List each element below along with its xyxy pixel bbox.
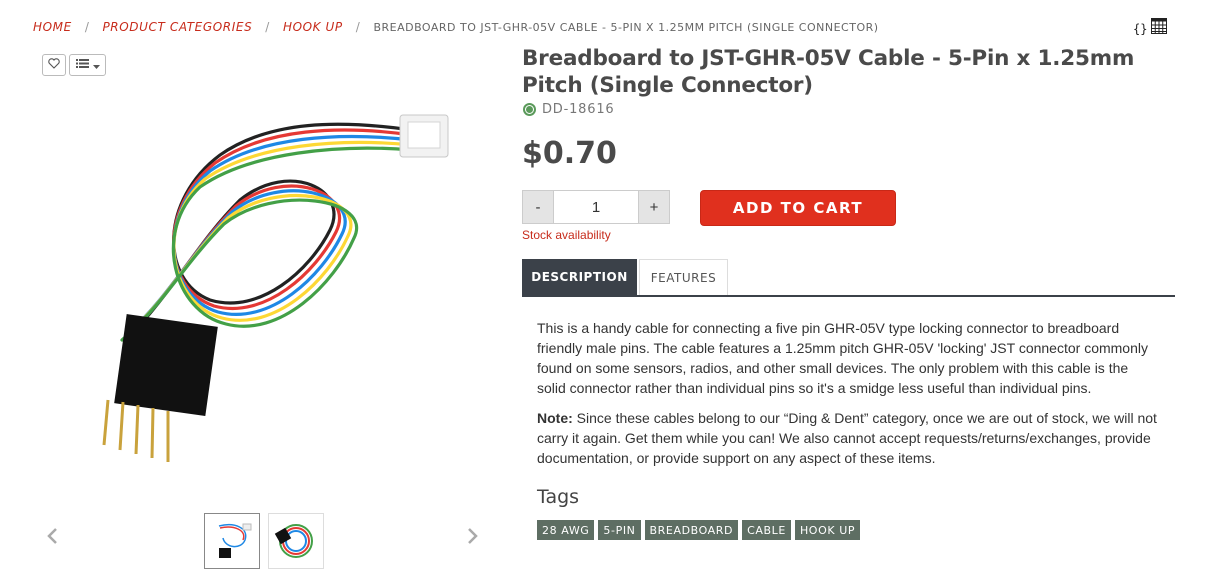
breadcrumb-hook-up[interactable]: HOOK UP: [283, 20, 343, 34]
status-dot-icon: [523, 103, 536, 116]
breadcrumb: HOME / PRODUCT CATEGORIES / HOOK UP / BR…: [33, 19, 879, 35]
tag-list: 28 AWG 5-PIN BREADBOARD CABLE HOOK UP: [537, 520, 861, 540]
chevron-right-icon[interactable]: [466, 526, 480, 551]
breadcrumb-home[interactable]: HOME: [33, 20, 72, 34]
heart-icon: [48, 56, 60, 74]
description-paragraph: This is a handy cable for connecting a f…: [537, 320, 1148, 396]
tag-breadboard[interactable]: BREADBOARD: [644, 520, 739, 540]
product-image[interactable]: [90, 100, 450, 485]
tag-5-pin[interactable]: 5-PIN: [598, 520, 641, 540]
product-sku: DD-18616: [542, 102, 615, 117]
thumbnail[interactable]: [268, 513, 324, 569]
add-to-list-button[interactable]: [69, 54, 106, 76]
quantity-input[interactable]: [554, 190, 638, 224]
breadcrumb-separator: /: [355, 20, 361, 34]
breadcrumb-product-categories[interactable]: PRODUCT CATEGORIES: [102, 20, 252, 34]
product-tabs: DESCRIPTION FEATURES: [522, 259, 1175, 297]
breadcrumb-current: BREADBOARD TO JST-GHR-05V CABLE - 5-PIN …: [373, 20, 879, 34]
quantity-stepper: - +: [522, 190, 670, 224]
add-to-cart-button[interactable]: ADD TO CART: [700, 190, 896, 226]
product-title: Breadboard to JST-GHR-05V Cable - 5-Pin …: [522, 46, 1135, 98]
sku-row: DD-18616: [523, 102, 614, 117]
description-note: Note: Since these cables belong to our “…: [537, 408, 1157, 468]
breadcrumb-separator: /: [265, 20, 270, 34]
tag-cable[interactable]: CABLE: [742, 520, 791, 540]
thumbnail[interactable]: [204, 513, 260, 569]
top-right-toolbar: {}: [1133, 18, 1168, 39]
note-label: Note:: [537, 410, 573, 426]
product-price: $0.70: [522, 136, 617, 171]
decrease-quantity-button[interactable]: -: [522, 190, 554, 224]
chevron-down-icon: [92, 56, 100, 74]
braces-icon[interactable]: {}: [1133, 22, 1147, 36]
note-text: Since these cables belong to our “Ding &…: [537, 410, 1157, 466]
description-panel: This is a handy cable for connecting a f…: [537, 318, 1157, 478]
tab-features[interactable]: FEATURES: [639, 259, 728, 295]
grid-icon[interactable]: [1151, 18, 1168, 39]
increase-quantity-button[interactable]: +: [638, 190, 670, 224]
breadcrumb-separator: /: [84, 20, 90, 34]
tags-heading: Tags: [537, 486, 580, 508]
list-icon: [75, 56, 89, 74]
tag-28-awg[interactable]: 28 AWG: [537, 520, 595, 540]
tag-hook-up[interactable]: HOOK UP: [794, 520, 861, 540]
stock-availability-link[interactable]: Stock availability: [522, 228, 611, 242]
wishlist-button[interactable]: [42, 54, 66, 76]
tab-description[interactable]: DESCRIPTION: [522, 259, 637, 295]
chevron-left-icon[interactable]: [45, 526, 59, 551]
